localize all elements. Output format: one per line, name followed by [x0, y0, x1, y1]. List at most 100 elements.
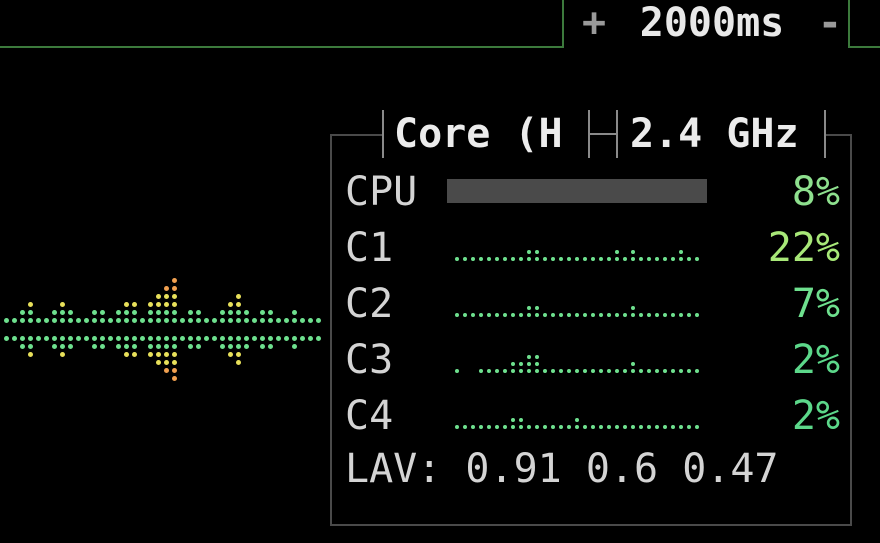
core-graph-dot — [511, 425, 515, 429]
history-dot — [100, 310, 105, 315]
core-graph-dot — [663, 425, 667, 429]
history-dot — [28, 352, 33, 357]
core-graph-dot — [527, 355, 531, 359]
core-graph-dot — [535, 306, 539, 310]
history-dot — [164, 302, 169, 307]
core-graph-dot — [631, 313, 635, 317]
history-dot — [236, 336, 241, 341]
history-dot — [220, 310, 225, 315]
history-dot — [52, 336, 57, 341]
core-graph-dot — [655, 369, 659, 373]
history-dot — [20, 336, 25, 341]
core-graph-dot — [527, 250, 531, 254]
core-graph-dot — [663, 369, 667, 373]
core-graph-dot — [511, 362, 515, 366]
core-graph-dot — [615, 257, 619, 261]
history-dot — [188, 344, 193, 349]
cpu-total-row: CPU 8% — [345, 166, 840, 218]
history-dot — [260, 344, 265, 349]
core-graph-dot — [687, 257, 691, 261]
core-graph-dot — [583, 369, 587, 373]
history-dot — [300, 336, 305, 341]
history-dot — [228, 302, 233, 307]
core-graph-dot — [647, 369, 651, 373]
history-dot — [244, 310, 249, 315]
core-graph-dot — [551, 257, 555, 261]
history-dot — [36, 336, 41, 341]
load-average-5m: 0.6 — [585, 446, 659, 492]
history-dot — [140, 336, 145, 341]
core-graph-dot — [607, 369, 611, 373]
core-graph-dot — [599, 369, 603, 373]
history-dot — [156, 310, 161, 315]
core-graph-dot — [655, 313, 659, 317]
history-dot — [156, 302, 161, 307]
history-dot — [108, 318, 113, 323]
history-dot — [196, 344, 201, 349]
history-dot — [292, 336, 297, 341]
history-dot — [236, 360, 241, 365]
history-dot — [316, 318, 321, 323]
history-dot — [172, 278, 177, 283]
core-graph-dot — [495, 313, 499, 317]
history-dot — [228, 344, 233, 349]
history-dot — [20, 310, 25, 315]
core-graph-dot — [567, 425, 571, 429]
core-graph-dot — [615, 250, 619, 254]
history-dot — [172, 318, 177, 323]
core-graph-dot — [631, 362, 635, 366]
history-dot — [172, 302, 177, 307]
history-dot — [60, 318, 65, 323]
core-graph-dot — [511, 369, 515, 373]
history-dot — [84, 336, 89, 341]
history-dot — [236, 344, 241, 349]
core-graph-dot — [687, 425, 691, 429]
history-dot — [140, 318, 145, 323]
core-graph-dot — [535, 425, 539, 429]
history-dot — [244, 336, 249, 341]
history-dot — [92, 310, 97, 315]
history-dot — [68, 310, 73, 315]
core-graph-dot — [687, 369, 691, 373]
history-dot — [12, 318, 17, 323]
core-graph-dot — [535, 250, 539, 254]
core-graph-dot — [503, 313, 507, 317]
history-dot — [236, 352, 241, 357]
history-dot — [148, 344, 153, 349]
history-dot — [276, 318, 281, 323]
load-average: LAV: 0.91 0.6 0.47 — [345, 446, 779, 492]
decrease-interval-button[interactable]: - — [814, 0, 846, 46]
history-dot — [100, 336, 105, 341]
core-2-row: C2 7% — [345, 278, 840, 330]
history-dot — [4, 318, 9, 323]
history-dot — [60, 336, 65, 341]
core-graph-dot — [607, 425, 611, 429]
history-dot — [132, 336, 137, 341]
core-graph-dot — [551, 369, 555, 373]
core-graph-dot — [527, 369, 531, 373]
core-graph-dot — [519, 418, 523, 422]
title-separator-bridge — [590, 133, 616, 135]
row-percent: 2% — [791, 393, 840, 439]
history-dot — [228, 310, 233, 315]
row-label: C2 — [345, 281, 394, 327]
history-dot — [172, 352, 177, 357]
row-label: C4 — [345, 393, 394, 439]
history-dot — [172, 336, 177, 341]
core-graph-dot — [695, 425, 699, 429]
load-average-1m: 0.91 — [465, 446, 562, 492]
history-dot — [124, 352, 129, 357]
increase-interval-button[interactable]: + — [578, 0, 610, 46]
history-dot — [260, 310, 265, 315]
history-dot — [84, 318, 89, 323]
core-graph-dot — [551, 313, 555, 317]
core-graph-dot — [455, 313, 459, 317]
core-graph-dot — [615, 425, 619, 429]
core-graph-dot — [591, 369, 595, 373]
history-dot — [180, 318, 185, 323]
history-dot — [116, 310, 121, 315]
history-dot — [124, 318, 129, 323]
core-graph-dot — [527, 257, 531, 261]
history-dot — [188, 318, 193, 323]
history-dot — [92, 318, 97, 323]
